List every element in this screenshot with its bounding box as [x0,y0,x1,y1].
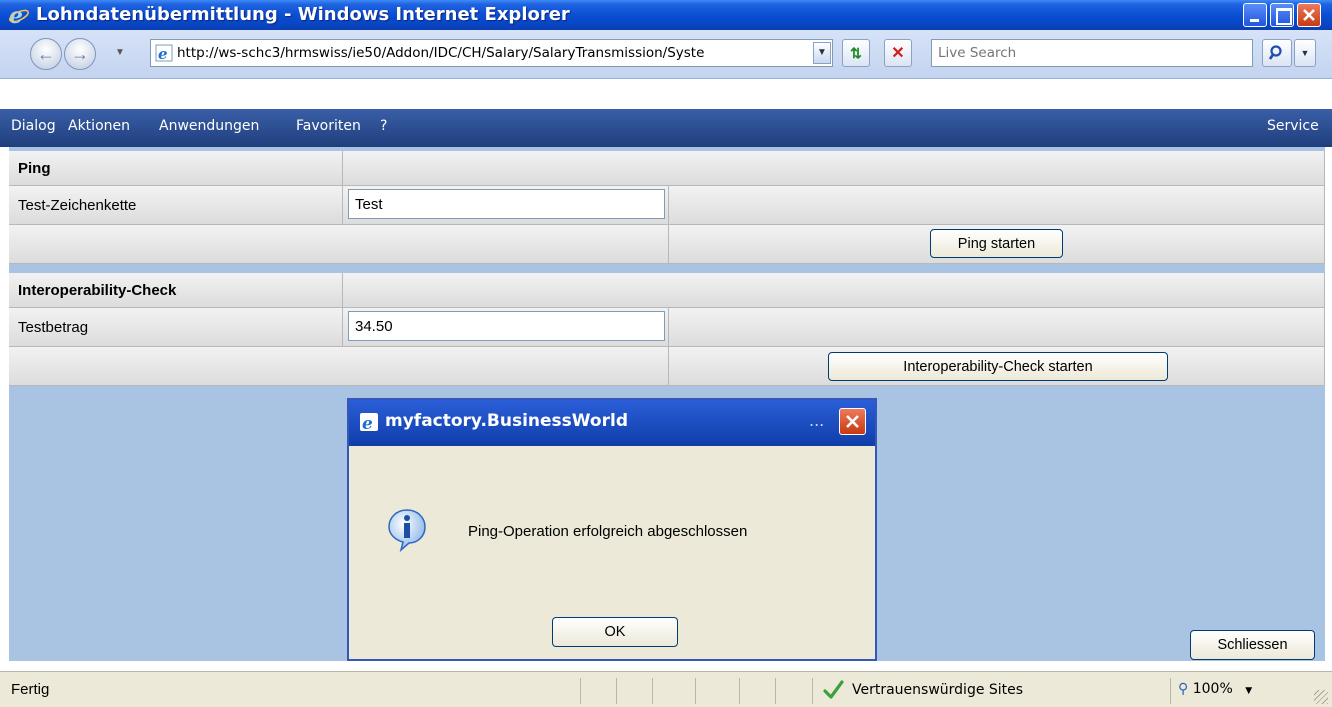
dialog-title-ellipsis: ... [809,411,825,430]
dialog-title-bar: e myfactory.BusinessWorld ... [349,400,875,446]
zoom-level: 100% [1192,681,1233,697]
forward-arrow-icon: → [71,43,89,64]
refresh-icon: ⇅ [850,44,862,61]
zoom-control[interactable]: ⚲ 100% ▼ [1178,681,1252,697]
status-separator [739,678,740,704]
ping-section-header: Ping [9,151,343,186]
test-string-spacer [669,186,1325,225]
menu-anwendungen[interactable]: Anwendungen [159,118,259,134]
menu-service[interactable]: Service [1267,118,1319,134]
interop-button-row-left [9,347,669,386]
stop-icon: ✕ [891,45,905,62]
test-string-label: Test-Zeichenkette [9,186,343,225]
status-bar: Fertig Vertrauenswürdige Sites ⚲ 100% ▼ [0,671,1332,707]
interop-header-spacer [343,273,1325,308]
resize-grip-icon[interactable] [1314,690,1328,704]
test-string-input[interactable]: Test [348,189,665,219]
info-icon [387,508,427,553]
menu-aktionen[interactable]: Aktionen [68,118,130,134]
test-amount-spacer [669,308,1325,347]
url-text: http://ws-schc3/hrmswiss/ie50/Addon/IDC/… [177,45,705,61]
history-dropdown-icon[interactable]: ▼ [115,47,125,58]
maximize-icon [1276,8,1292,25]
ping-start-button[interactable]: Ping starten [930,229,1063,258]
status-text: Fertig [11,681,50,698]
live-search-box[interactable] [931,39,1253,67]
ie-page-icon: e [359,412,379,434]
status-separator [1170,678,1171,704]
checkmark-icon [822,679,844,706]
chevron-down-icon: ▼ [1245,686,1253,696]
back-button[interactable]: ← [30,38,62,70]
status-separator [775,678,776,704]
minimize-button[interactable] [1243,3,1267,27]
status-separator [616,678,617,704]
address-toolbar: ← → ▼ e http://ws-schc3/hrmswiss/ie50/Ad… [0,30,1332,79]
window-title-bar: e Lohndatenübermittlung - Windows Intern… [0,0,1332,30]
status-separator [812,678,813,704]
svg-text:e: e [158,45,168,62]
maximize-button[interactable] [1270,3,1294,27]
svg-text:e: e [9,4,23,26]
dialog-title: myfactory.BusinessWorld [385,411,628,431]
close-icon [1303,9,1315,21]
search-button[interactable] [1262,39,1292,67]
address-field[interactable]: e http://ws-schc3/hrmswiss/ie50/Addon/ID… [150,39,833,67]
status-separator [580,678,581,704]
refresh-button[interactable]: ⇅ [842,39,870,67]
security-zone-text: Vertrauenswürdige Sites [852,682,1024,698]
page-icon: e [155,44,173,63]
status-separator [695,678,696,704]
close-form-button[interactable]: Schliessen [1190,630,1315,660]
window-close-button[interactable] [1297,3,1321,27]
chevron-down-icon: ▼ [1300,48,1310,58]
search-input[interactable] [938,41,1238,65]
close-icon [846,415,859,428]
minimize-icon [1250,19,1259,22]
test-amount-input[interactable]: 34.50 [348,311,665,341]
message-dialog: e myfactory.BusinessWorld ... Ping-Opera… [347,398,877,661]
dialog-ok-button[interactable]: OK [552,617,678,647]
dialog-message: Ping-Operation erfolgreich abgeschlossen [468,523,748,540]
interop-check-start-button[interactable]: Interoperability-Check starten [828,352,1168,381]
back-arrow-icon: ← [37,43,55,64]
interop-section-header: Interoperability-Check [9,273,343,308]
test-amount-label: Testbetrag [9,308,343,347]
zoom-icon: ⚲ [1178,681,1189,697]
forward-button[interactable]: → [64,38,96,70]
chevron-down-icon: ▼ [817,47,827,58]
menu-help[interactable]: ? [380,118,387,134]
ie-logo-icon: e [8,3,30,29]
stop-button[interactable]: ✕ [884,39,912,67]
menu-bar: Dialog Aktionen Anwendungen Favoriten ? … [0,109,1332,147]
menu-favoriten[interactable]: Favoriten [296,118,361,134]
ping-button-row-left [9,225,669,264]
menu-dialog[interactable]: Dialog [11,118,56,134]
search-options-button[interactable]: ▼ [1294,39,1316,67]
svg-text:e: e [362,414,373,432]
search-icon [1269,45,1282,60]
status-separator [652,678,653,704]
dialog-close-button[interactable] [839,408,866,435]
ping-header-spacer [343,151,1325,186]
window-title: Lohndatenübermittlung - Windows Internet… [36,4,570,25]
address-dropdown-button[interactable]: ▼ [813,42,831,64]
